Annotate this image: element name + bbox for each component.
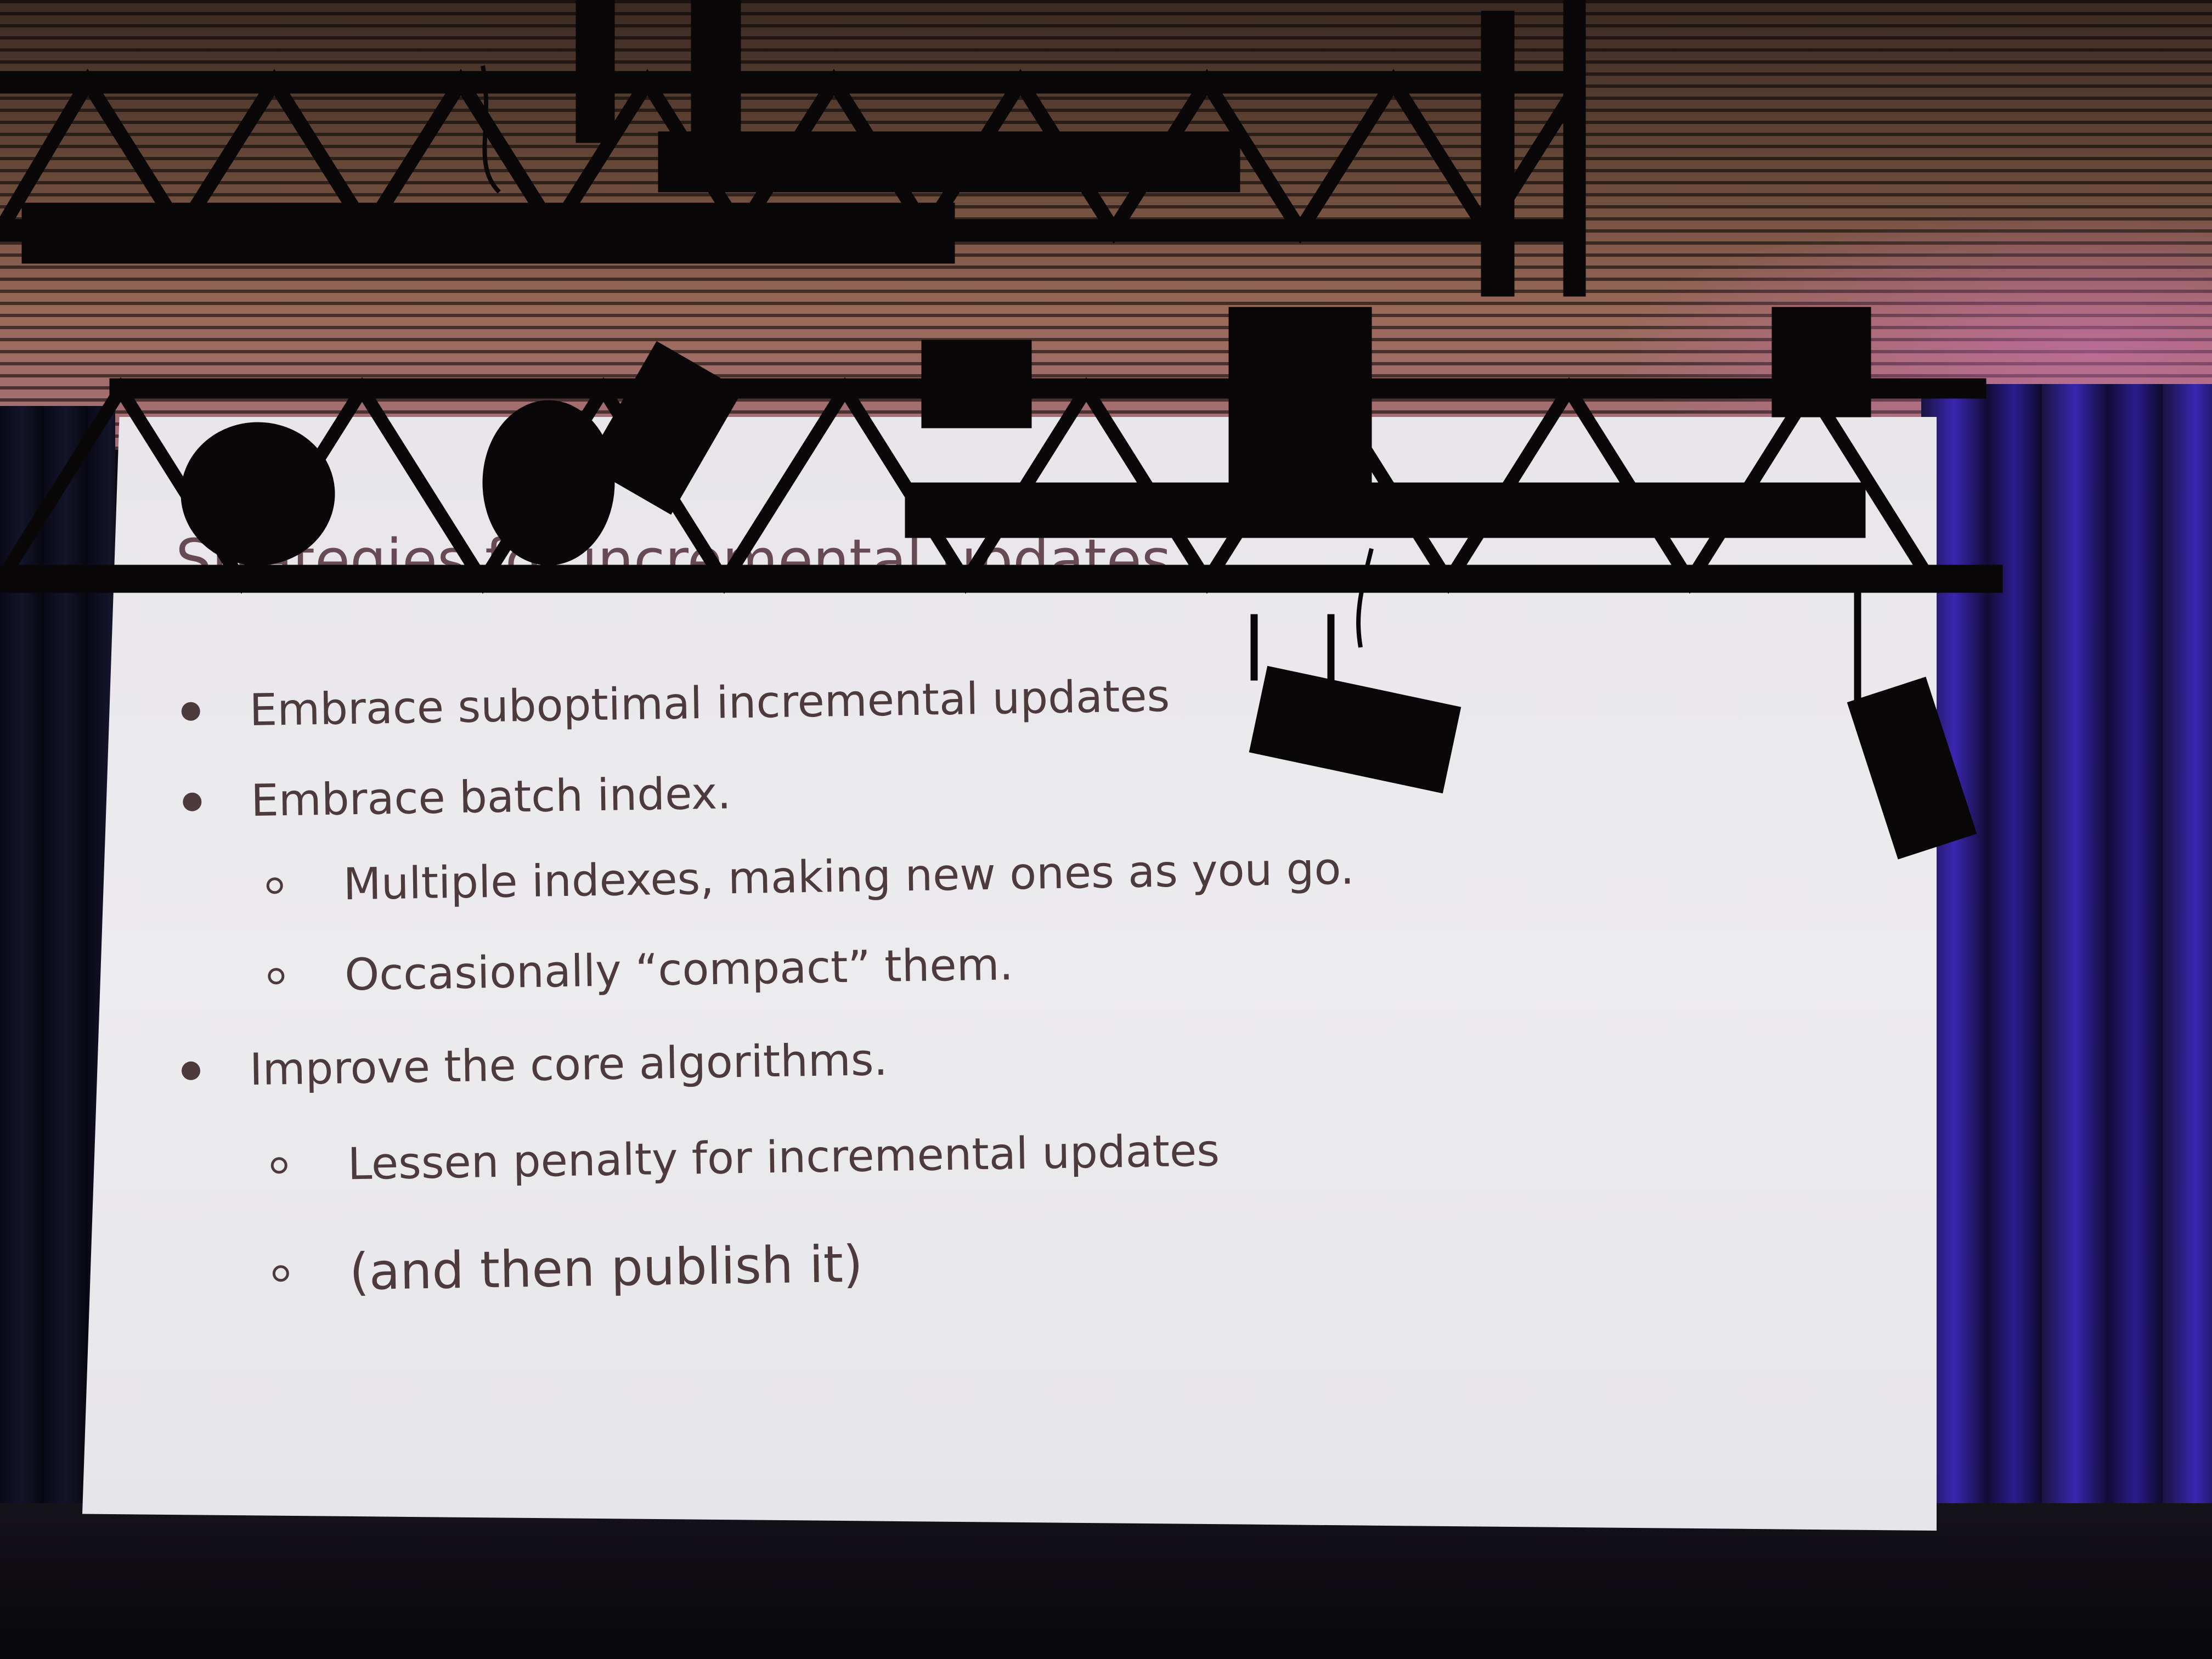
- conference-photo: Strategies for incremental updates Embra…: [0, 0, 2212, 1659]
- lighting-truss: [0, 0, 2003, 860]
